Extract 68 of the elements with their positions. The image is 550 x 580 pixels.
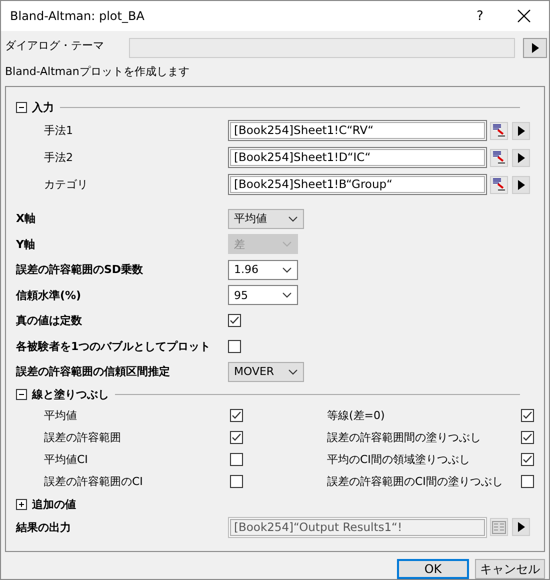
checkbox[interactable] (228, 314, 241, 328)
option-label: 平均値CI (44, 452, 89, 467)
menu-arrow-button[interactable] (512, 148, 530, 166)
checkbox[interactable] (521, 475, 534, 488)
column-picker-button[interactable] (490, 122, 508, 140)
help-button[interactable]: ? (465, 8, 495, 24)
dropdown[interactable]: 95 (228, 285, 298, 306)
checkbox[interactable] (521, 431, 534, 444)
checkbox[interactable] (230, 409, 243, 422)
option-label: 平均のCI間の領域塗りつぶし (327, 452, 471, 467)
option-label: 誤差の許容範囲間の塗りつぶし (327, 430, 482, 445)
play-icon (518, 180, 524, 190)
field-label: 手法2 (43, 150, 74, 165)
caret-icon (288, 368, 298, 375)
setting-label: 誤差の許容範囲のSD乗数 (16, 262, 144, 278)
setting-label: 各被験者を1つのバブルとしてプロット (16, 338, 212, 354)
option-label: 誤差の許容範囲 (44, 430, 122, 445)
caret-icon (288, 216, 298, 222)
play-icon (518, 152, 524, 162)
caret-icon (282, 292, 292, 298)
checkbox[interactable] (521, 409, 534, 422)
setting-label: X軸 (16, 211, 36, 226)
option-label: 誤差の許容範囲のCI (44, 474, 144, 489)
dialog-button[interactable]: キャンセル (475, 559, 545, 579)
option-label: 等線(差=0) (327, 408, 386, 423)
setting-label: 信頼水準(%) (16, 288, 82, 303)
setting-label: 真の値は定数 (16, 313, 83, 328)
play-icon (518, 522, 524, 532)
setting-label: Y軸 (16, 236, 36, 252)
field-label: カテゴリ (43, 177, 89, 192)
checkbox[interactable] (230, 475, 243, 488)
range-field[interactable]: [Book254]Sheet1!C“RV“ (228, 120, 487, 141)
setting-label: 誤差の許容範囲の信頼区間推定 (16, 364, 171, 380)
option-label: 平均値 (44, 408, 78, 423)
menu-arrow-button[interactable] (512, 518, 530, 536)
dialog-button[interactable]: OK (397, 559, 469, 579)
menu-arrow-button[interactable] (512, 122, 530, 140)
description-text: Bland-Altmanプロットを作成します (4, 64, 190, 80)
caret-icon (282, 266, 292, 273)
dropdown[interactable]: MOVER (228, 362, 304, 382)
column-picker-button[interactable] (490, 148, 508, 166)
checkbox[interactable] (230, 453, 243, 466)
collapse-icon[interactable] (16, 102, 27, 112)
expand-icon[interactable] (16, 499, 27, 510)
theme-label: ダイアログ・テーマ (5, 38, 105, 53)
caret-icon (282, 241, 292, 248)
collapse-icon[interactable] (16, 389, 27, 400)
play-icon (518, 126, 524, 136)
checkbox[interactable] (521, 453, 534, 466)
range-field[interactable]: [Book254]Sheet1!B“Group“ (228, 174, 487, 195)
field-label: 手法1 (43, 123, 74, 138)
dropdown[interactable]: 平均値 (228, 208, 304, 229)
play-icon (531, 43, 539, 53)
checkbox[interactable] (230, 431, 243, 444)
dropdown[interactable]: 1.96 (228, 260, 298, 280)
section-title: 追加の値 (32, 497, 76, 512)
option-label: 誤差の許容範囲のCI間の塗りつぶし (327, 474, 504, 489)
window-title: Bland-Altman: plot_BA (10, 9, 146, 23)
theme-menu-button[interactable] (523, 38, 547, 58)
section-title: 線と塗りつぶし (32, 387, 109, 402)
menu-arrow-button[interactable] (512, 176, 530, 194)
setting-label: 結果の出力 (16, 520, 72, 535)
checkbox[interactable] (228, 340, 241, 353)
theme-field[interactable] (129, 38, 515, 58)
column-picker-button[interactable] (490, 176, 508, 194)
range-field[interactable]: [Book254]Sheet1!D“IC“ (228, 147, 487, 168)
close-icon[interactable] (517, 9, 531, 23)
section-title: 入力 (32, 100, 54, 114)
